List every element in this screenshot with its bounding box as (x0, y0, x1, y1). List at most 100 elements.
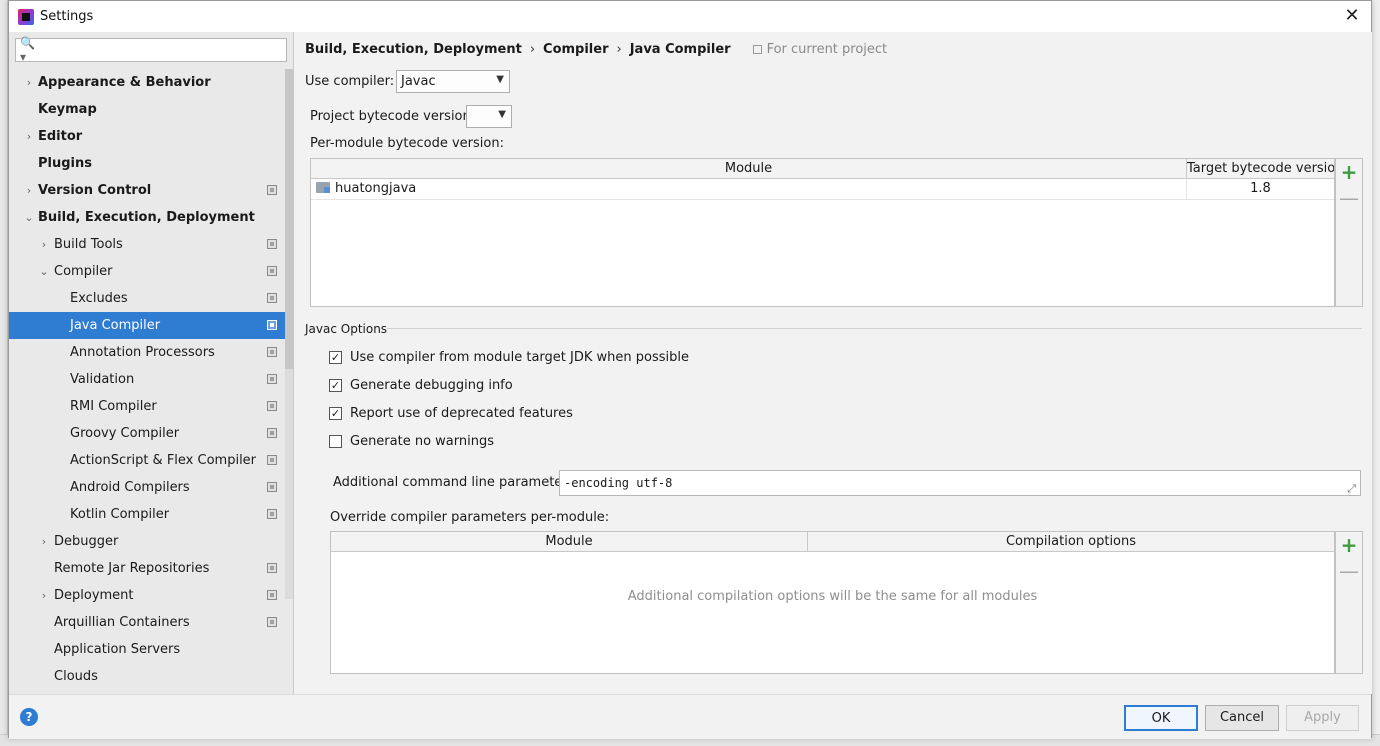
sidebar-item-application-servers[interactable]: Application Servers (9, 636, 285, 663)
column-header-target[interactable]: Target bytecode version (1187, 159, 1334, 178)
module-folder-icon (316, 182, 330, 193)
breadcrumb-item: Build, Execution, Deployment (305, 42, 522, 57)
column-header-compilation-options[interactable]: Compilation options (808, 532, 1334, 551)
settings-sidebar: 🔍▾ › Appearance & Behavior Keymap › Editor Pl… (9, 32, 294, 694)
checkbox-label: Generate debugging info (350, 378, 513, 393)
project-scope-icon (267, 590, 277, 600)
column-header-module[interactable]: Module (311, 159, 1187, 178)
chevron-right-icon[interactable]: › (38, 535, 50, 548)
sidebar-item-rmi-compiler[interactable]: RMI Compiler (9, 393, 285, 420)
option-no-warnings[interactable]: Generate no warnings (329, 434, 494, 449)
module-bytecode-table[interactable]: Module Target bytecode version huatongja… (310, 158, 1335, 307)
sidebar-item-validation[interactable]: Validation (9, 366, 285, 393)
sidebar-item-label: Excludes (70, 291, 128, 306)
sidebar-item-debugger[interactable]: › Debugger (9, 528, 285, 555)
ok-button[interactable]: OK (1124, 705, 1198, 731)
scope-indicator: For current project (752, 42, 887, 57)
sidebar-item-java-compiler[interactable]: Java Compiler (9, 312, 285, 339)
sidebar-item-deployment[interactable]: › Deployment (9, 582, 285, 609)
checkbox-label: Generate no warnings (350, 434, 495, 449)
project-bytecode-label: Project bytecode version: (310, 109, 476, 124)
checkbox[interactable] (329, 435, 342, 448)
use-compiler-value: Javac (401, 74, 436, 89)
project-scope-icon (752, 45, 762, 54)
override-params-table[interactable]: Module Compilation options Additional co… (330, 531, 1335, 674)
sidebar-item-android-compilers[interactable]: Android Compilers (9, 474, 285, 501)
module-cell[interactable]: huatongjava (311, 179, 1187, 199)
ide-background-left (0, 0, 8, 746)
sidebar-item-annotation-processors[interactable]: Annotation Processors (9, 339, 285, 366)
option-report-deprecated[interactable]: ✓ Report use of deprecated features (329, 406, 573, 421)
additional-params-input[interactable]: -encoding utf-8 ⤢ (559, 470, 1361, 496)
use-compiler-label: Use compiler: (305, 74, 395, 89)
remove-module-button[interactable]: — (1336, 185, 1362, 211)
checkbox-label: Report use of deprecated features (350, 406, 573, 421)
expand-icon[interactable]: ⤢ (1347, 477, 1356, 501)
settings-tree: › Appearance & Behavior Keymap › Editor Plugi… (9, 69, 285, 690)
breadcrumb: Build, Execution, Deployment › Compiler … (305, 42, 887, 57)
sidebar-item-kotlin-compiler[interactable]: Kotlin Compiler (9, 501, 285, 528)
sidebar-scrollbar[interactable] (285, 69, 293, 599)
breadcrumb-separator: › (616, 42, 622, 57)
project-scope-icon (267, 320, 277, 330)
chevron-right-icon[interactable]: › (38, 238, 50, 251)
option-use-target-jdk[interactable]: ✓ Use compiler from module target JDK wh… (329, 350, 689, 365)
sidebar-item-label: Application Servers (54, 642, 181, 657)
column-header-module[interactable]: Module (331, 532, 808, 551)
option-generate-debug[interactable]: ✓ Generate debugging info (329, 378, 513, 393)
sidebar-item-plugins[interactable]: Plugins (9, 150, 285, 177)
project-scope-icon (267, 482, 277, 492)
checkbox[interactable]: ✓ (329, 351, 342, 364)
add-override-button[interactable]: + (1336, 532, 1362, 558)
settings-dialog: Settings ✕ 🔍▾ › Appearance & Behavior Keym… (8, 0, 1372, 739)
sidebar-item-build-tools[interactable]: › Build Tools (9, 231, 285, 258)
sidebar-item-keymap[interactable]: Keymap (9, 96, 285, 123)
sidebar-item-version-control[interactable]: › Version Control (9, 177, 285, 204)
sidebar-item-label: Validation (70, 372, 135, 387)
sidebar-item-label: Debugger (54, 534, 119, 549)
remove-override-button[interactable]: — (1336, 558, 1362, 584)
sidebar-item-groovy-compiler[interactable]: Groovy Compiler (9, 420, 285, 447)
sidebar-item-editor[interactable]: › Editor (9, 123, 285, 150)
chevron-down-icon[interactable]: ⌄ (23, 211, 35, 224)
sidebar-item-build-execution-deployment[interactable]: ⌄ Build, Execution, Deployment (9, 204, 285, 231)
add-module-button[interactable]: + (1336, 159, 1362, 185)
chevron-right-icon[interactable]: › (23, 76, 35, 89)
ide-background-right (1372, 0, 1380, 746)
checkbox[interactable]: ✓ (329, 407, 342, 420)
additional-params-label: Additional command line parameters: (333, 475, 579, 490)
sidebar-item-arquillian-containers[interactable]: Arquillian Containers (9, 609, 285, 636)
chevron-down-icon[interactable]: ⌄ (38, 265, 50, 278)
project-scope-icon (267, 239, 277, 249)
window-title: Settings (40, 9, 94, 24)
use-compiler-select[interactable]: Javac ▼ (396, 70, 510, 93)
module-table-toolbar: + — (1335, 158, 1363, 307)
close-icon[interactable]: ✕ (1343, 7, 1361, 25)
project-scope-icon (267, 266, 277, 276)
settings-content: Build, Execution, Deployment › Compiler … (295, 32, 1372, 694)
table-row[interactable]: huatongjava 1.8 (311, 179, 1334, 200)
project-bytecode-select[interactable]: ▼ (466, 105, 512, 128)
sidebar-item-label: Android Compilers (70, 480, 190, 495)
module-name: huatongjava (335, 181, 417, 196)
apply-button[interactable]: Apply (1286, 705, 1359, 731)
chevron-right-icon[interactable]: › (23, 184, 35, 197)
sidebar-item-actionscript-flex-compiler[interactable]: ActionScript & Flex Compiler (9, 447, 285, 474)
scrollbar-thumb[interactable] (285, 69, 293, 369)
checkbox[interactable]: ✓ (329, 379, 342, 392)
target-cell[interactable]: 1.8 (1187, 179, 1334, 199)
help-button[interactable]: ? (20, 708, 38, 726)
chevron-right-icon[interactable]: › (38, 589, 50, 602)
search-input[interactable] (38, 40, 286, 60)
breadcrumb-item: Compiler (543, 42, 609, 57)
cancel-button[interactable]: Cancel (1205, 705, 1279, 731)
sidebar-item-appearance-behavior[interactable]: › Appearance & Behavior (9, 69, 285, 96)
sidebar-item-excludes[interactable]: Excludes (9, 285, 285, 312)
chevron-right-icon[interactable]: › (23, 130, 35, 143)
sidebar-item-label: Plugins (38, 156, 92, 171)
sidebar-item-clouds[interactable]: Clouds (9, 663, 285, 690)
sidebar-item-compiler[interactable]: ⌄ Compiler (9, 258, 285, 285)
sidebar-item-label: Deployment (54, 588, 134, 603)
sidebar-item-remote-jar-repositories[interactable]: Remote Jar Repositories (9, 555, 285, 582)
settings-search[interactable]: 🔍▾ (15, 36, 287, 64)
